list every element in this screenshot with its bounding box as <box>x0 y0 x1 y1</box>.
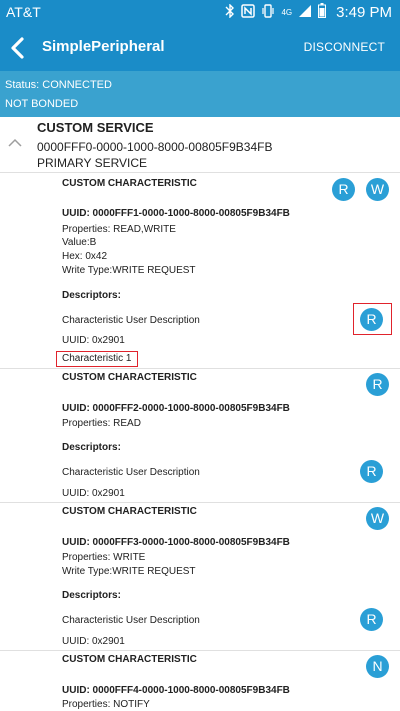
chevron-up-icon[interactable] <box>8 135 22 147</box>
clock: 3:49 PM <box>336 4 392 21</box>
characteristic-hex: Hex: 0x42 <box>62 251 108 262</box>
divider <box>0 172 400 173</box>
divider <box>0 502 400 503</box>
characteristic-title: CUSTOM CHARACTERISTIC <box>62 372 197 383</box>
write-button[interactable]: W <box>366 507 389 530</box>
bond-status: NOT BONDED <box>5 98 79 110</box>
descriptor-read-button[interactable]: R <box>360 608 383 631</box>
bluetooth-icon <box>225 2 235 22</box>
read-button[interactable]: R <box>332 178 355 201</box>
descriptor-name: Characteristic User Description <box>62 615 200 626</box>
descriptor-name: Characteristic User Description <box>62 467 200 478</box>
status-bar: AT&T 4G 3:49 PM <box>0 0 400 25</box>
connection-status-panel: Status: CONNECTED NOT BONDED <box>0 71 400 117</box>
characteristic-properties: Properties: NOTIFY <box>62 699 150 710</box>
descriptor-uuid: UUID: 0x2901 <box>62 488 125 499</box>
descriptors-label: Descriptors: <box>62 442 121 453</box>
characteristic-uuid: UUID: 0000FFF3-0000-1000-8000-00805F9B34… <box>62 537 290 548</box>
characteristic-uuid: UUID: 0000FFF2-0000-1000-8000-00805F9B34… <box>62 403 290 414</box>
descriptors-label: Descriptors: <box>62 590 121 601</box>
app-title: SimplePeripheral <box>42 38 165 55</box>
characteristic-title: CUSTOM CHARACTERISTIC <box>62 506 197 517</box>
descriptor-read-button[interactable]: R <box>360 308 383 331</box>
service-name: CUSTOM SERVICE <box>37 120 154 135</box>
service-type: PRIMARY SERVICE <box>37 156 148 170</box>
nfc-icon <box>241 3 256 22</box>
characteristic-title: CUSTOM CHARACTERISTIC <box>62 178 197 189</box>
disconnect-button[interactable]: DISCONNECT <box>304 40 385 54</box>
characteristic-value: Value:B <box>62 237 97 248</box>
service-header[interactable]: CUSTOM SERVICE 0000FFF0-0000-1000-8000-0… <box>0 117 400 172</box>
write-button[interactable]: W <box>366 178 389 201</box>
characteristic-properties: Properties: READ <box>62 418 141 429</box>
characteristic-properties: Properties: READ,WRITE <box>62 224 176 235</box>
descriptor-value: Characteristic 1 <box>62 353 132 364</box>
status-icons: 4G 3:49 PM <box>225 2 392 22</box>
descriptors-label: Descriptors: <box>62 290 121 301</box>
characteristic-uuid: UUID: 0000FFF4-0000-1000-8000-00805F9B34… <box>62 685 290 696</box>
divider <box>0 368 400 369</box>
descriptor-uuid: UUID: 0x2901 <box>62 335 125 346</box>
descriptor-uuid: UUID: 0x2901 <box>62 636 125 647</box>
signal-icon <box>298 4 312 22</box>
descriptor-read-button[interactable]: R <box>360 460 383 483</box>
read-button[interactable]: R <box>366 373 389 396</box>
characteristic-title: CUSTOM CHARACTERISTIC <box>62 654 197 665</box>
characteristic-properties: Properties: WRITE <box>62 552 146 563</box>
service-uuid: 0000FFF0-0000-1000-8000-00805F9B34FB <box>37 140 273 154</box>
divider <box>0 650 400 651</box>
vibrate-icon <box>261 3 275 22</box>
characteristic-write-type: Write Type:WRITE REQUEST <box>62 265 196 276</box>
carrier-label: AT&T <box>6 4 41 20</box>
characteristic-write-type: Write Type:WRITE REQUEST <box>62 566 196 577</box>
characteristic-uuid: UUID: 0000FFF1-0000-1000-8000-00805F9B34… <box>62 208 290 219</box>
notify-button[interactable]: N <box>366 655 389 678</box>
app-bar: SimplePeripheral DISCONNECT <box>0 25 400 71</box>
4g-lte-icon: 4G <box>281 7 293 17</box>
battery-icon <box>318 3 327 22</box>
connection-status: Status: CONNECTED <box>5 79 112 91</box>
back-arrow-icon[interactable] <box>6 34 30 62</box>
descriptor-name: Characteristic User Description <box>62 315 200 326</box>
